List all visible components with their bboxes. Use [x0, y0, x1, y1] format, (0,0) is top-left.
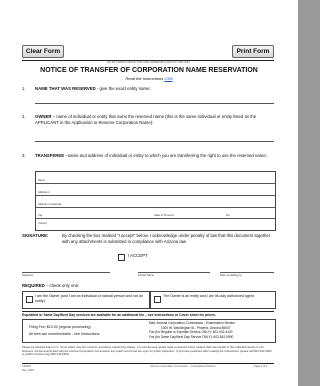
- fax-same-day: Fax (for Same Day/Next Day Service ONLY)…: [149, 334, 234, 339]
- address2-label: Address 2 (optional): [38, 203, 62, 206]
- accept-label: I ACCEPT: [128, 253, 148, 258]
- printed-name-label: Printed Name: [138, 274, 154, 277]
- required-line: REQUIRED – check only one:: [22, 283, 79, 289]
- form-page: Clear Form Print Form DO NOT WRITE ABOVE…: [0, 0, 298, 386]
- section1-desc: - give the exact entity name:: [95, 86, 151, 91]
- transferee-name-label: Name: [38, 179, 45, 182]
- form-code: C50010: [22, 365, 32, 368]
- address2-field[interactable]: [36, 207, 275, 208]
- transferee-name-field[interactable]: [36, 183, 275, 184]
- footer-commission: Arizona Corporation Commission – Corpora…: [150, 365, 216, 368]
- city-state-zip-field[interactable]: [36, 218, 275, 219]
- instructions-link[interactable]: C50i: [164, 76, 172, 81]
- address1-label: Address 1: [38, 191, 50, 194]
- owner-entity-checkbox[interactable]: [154, 296, 161, 303]
- date-field[interactable]: [220, 272, 274, 273]
- fees-mailing-box: Filing Fee: $10.00 (regular processing) …: [22, 319, 276, 343]
- expedite-divider: [22, 311, 274, 312]
- disclaimer-paragraph: Please be advised that A.C.C. forms refl…: [22, 345, 272, 357]
- clear-form-button[interactable]: Clear Form: [22, 45, 64, 58]
- state-label: State or Province: [154, 214, 174, 217]
- city-label: City: [38, 214, 43, 217]
- section1-heading: NAME THAT WAS RESERVED: [35, 86, 96, 91]
- required-subheading: – check only one:: [44, 283, 80, 288]
- form-revision: Rev: 2015: [22, 369, 34, 372]
- expedite-heading: Expedited or Same Day/Next Day services …: [22, 313, 216, 317]
- section3-desc: –name and address of individual or entit…: [64, 153, 267, 158]
- section3-number: 3.: [22, 153, 26, 158]
- page-title: NOTICE OF TRANSFER OF CORPORATION NAME R…: [40, 67, 258, 74]
- section1-number: 1.: [22, 86, 26, 91]
- reserved-name-field[interactable]: [35, 103, 274, 104]
- owner-entity-label: The Owner is an entity and I am its duly…: [163, 294, 255, 298]
- section1-text: NAME THAT WAS RESERVED - give the exact …: [35, 86, 275, 92]
- owner-individual-label: I am the Owner (and I am an individual o…: [35, 294, 143, 303]
- section3-text: TRANSFEREE –name and address of individu…: [35, 153, 275, 159]
- signature-heading: SIGNATURE:: [22, 233, 49, 238]
- page-number: Page 1 of 1: [254, 365, 268, 368]
- signature-text: By checking the box marked "I accept" be…: [62, 233, 271, 244]
- owner-option-box: I am the Owner (and I am an individual o…: [22, 291, 150, 309]
- print-form-button[interactable]: Print Form: [232, 45, 274, 58]
- signature-field[interactable]: [22, 272, 110, 273]
- transferee-address-box: Name Address 1 Address 2 (optional) City…: [35, 171, 276, 231]
- section2-desc: – name of individual or entity that owns…: [35, 114, 257, 125]
- required-heading: REQUIRED: [22, 283, 45, 288]
- signature-label: Signature: [22, 274, 34, 277]
- section2-number: 2.: [22, 114, 26, 119]
- filing-fee: Filing Fee: $10.00 (regular processing): [29, 325, 91, 329]
- reserved-notice: DO NOT WRITE ABOVE THIS LINE; RESERVED F…: [107, 61, 191, 64]
- instructions-line: Read the Instructions C50i: [0, 76, 298, 81]
- accept-checkbox[interactable]: [118, 254, 125, 261]
- address1-field[interactable]: [36, 195, 275, 196]
- entity-option-box: The Owner is an entity and I am its duly…: [150, 291, 276, 309]
- printed-name-field[interactable]: [138, 272, 210, 273]
- section3-heading: TRANSFEREE: [35, 153, 65, 158]
- mailing-info: Mail: Arizona Corporation Commission - E…: [149, 321, 273, 339]
- date-label: Date (mm/dd/yyyy): [220, 274, 242, 277]
- fees-note: All fees are nonrefundable - see Instruc…: [29, 332, 101, 336]
- owner-individual-checkbox[interactable]: [26, 296, 33, 303]
- zip-label: Zip: [226, 214, 230, 217]
- country-label: Country: [38, 222, 48, 225]
- section2-heading: OWNER: [35, 114, 52, 119]
- section2-text: OWNER – name of individual or entity tha…: [35, 114, 275, 125]
- owner-name-field[interactable]: [35, 141, 274, 142]
- read-instructions-text: Read the Instructions: [125, 76, 164, 81]
- footer-divider: [22, 363, 274, 364]
